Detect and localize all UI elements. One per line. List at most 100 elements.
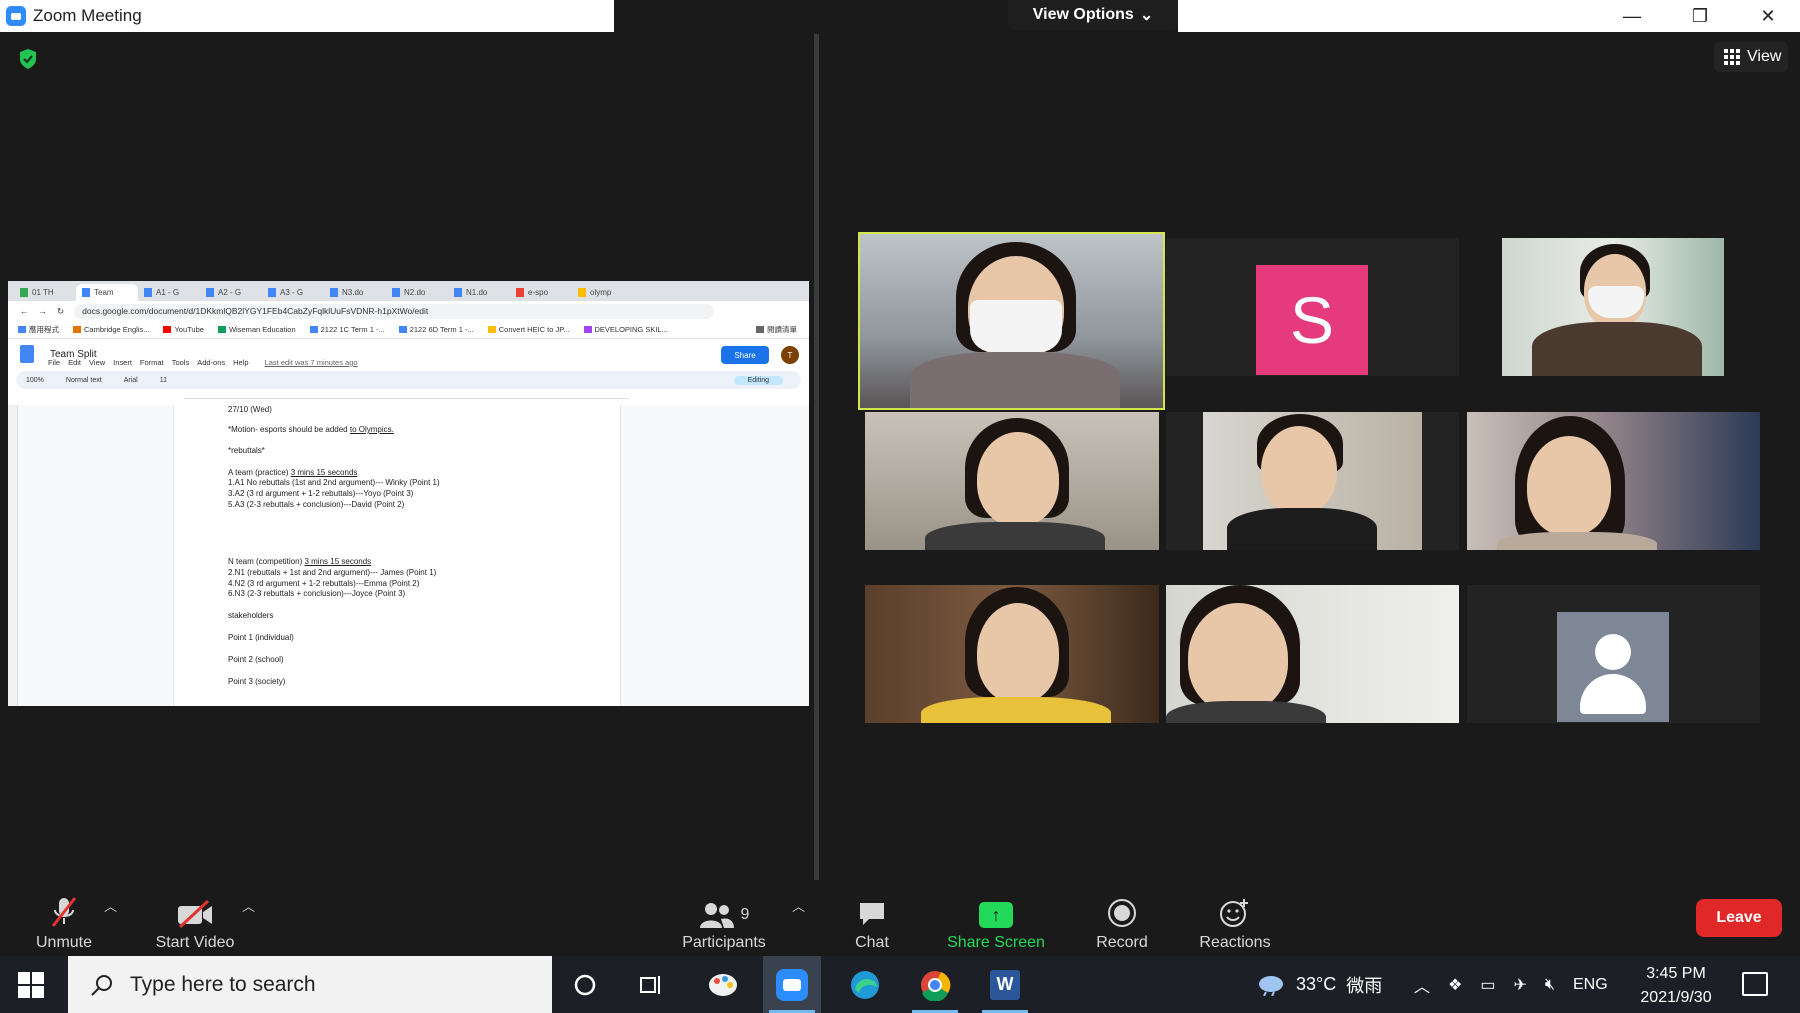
bookmark[interactable]: Convert HEIC to JP... <box>487 325 570 334</box>
video-tile[interactable] <box>1166 585 1459 723</box>
menu-help[interactable]: Help <box>233 358 248 367</box>
document-page[interactable]: 27/10 (Wed) *Motion- esports should be a… <box>173 405 621 706</box>
participant-video <box>1166 585 1459 723</box>
chrome-app-icon[interactable] <box>906 956 964 1013</box>
video-tile[interactable] <box>1467 585 1760 723</box>
browser-tab[interactable]: N2.do <box>386 284 448 301</box>
language-indicator[interactable]: ENG <box>1573 976 1608 994</box>
start-video-button[interactable]: Start Video <box>150 886 240 952</box>
reactions-button[interactable]: Reactions <box>1194 886 1276 952</box>
zoom-app-icon[interactable] <box>763 956 821 1013</box>
weather-widget[interactable]: 33°C 微雨 <box>1256 956 1382 1013</box>
edge-app-icon[interactable] <box>836 956 894 1013</box>
font-select[interactable]: Arial <box>124 377 138 384</box>
tray-expand-icon[interactable]: ︿ <box>1414 973 1430 997</box>
video-tile[interactable] <box>1467 412 1760 550</box>
chat-icon <box>860 903 884 925</box>
account-avatar[interactable]: T <box>781 346 799 364</box>
close-icon[interactable]: ✕ <box>1740 0 1796 32</box>
airplane-mode-icon[interactable]: ✈ <box>1513 975 1526 995</box>
back-icon[interactable]: ← <box>20 306 29 316</box>
reading-list[interactable]: 閱讀清單 <box>756 324 797 335</box>
browser-tab[interactable]: A3 - G <box>262 284 324 301</box>
video-options-caret-icon[interactable]: ︿ <box>242 896 255 915</box>
chat-button[interactable]: Chat <box>850 886 894 952</box>
cortana-icon[interactable] <box>556 956 614 1013</box>
menu-file[interactable]: File <box>48 358 60 367</box>
bookmark[interactable]: 應用程式 <box>18 324 59 335</box>
video-tile[interactable] <box>865 585 1159 723</box>
menu-view[interactable]: View <box>89 358 105 367</box>
video-tile[interactable] <box>865 412 1159 550</box>
browser-tab-active[interactable]: Team <box>76 284 138 301</box>
video-tile[interactable] <box>1502 238 1724 376</box>
video-tile[interactable]: S <box>1166 238 1459 376</box>
share-screen-icon: ↑ <box>979 902 1013 928</box>
taskbar-clock[interactable]: 3:45 PM 2021/9/30 <box>1628 962 1724 1010</box>
reactions-label: Reactions <box>1199 934 1271 951</box>
reload-icon[interactable]: ↻ <box>57 306 64 317</box>
doc-line: 2.N1 (rebuttals + 1st and 2nd argument)-… <box>228 568 437 577</box>
bookmark[interactable]: YouTube <box>163 325 204 334</box>
audio-options-caret-icon[interactable]: ︿ <box>104 896 117 915</box>
view-options-button[interactable]: View Options ⌄ <box>1008 0 1178 30</box>
browser-tab[interactable]: A2 - G <box>200 284 262 301</box>
zoom-logo-icon <box>6 6 26 26</box>
docs-share-button[interactable]: Share <box>721 346 769 364</box>
address-bar[interactable]: docs.google.com/document/d/1DKkmlQB2lYGY… <box>74 303 715 319</box>
leave-button[interactable]: Leave <box>1696 899 1782 937</box>
editing-mode-select[interactable]: Editing <box>733 375 783 385</box>
task-view-icon[interactable] <box>622 956 680 1013</box>
video-tile[interactable] <box>1166 412 1459 550</box>
menu-insert[interactable]: Insert <box>113 358 132 367</box>
menu-addons[interactable]: Add-ons <box>197 358 225 367</box>
share-screen-button[interactable]: ↑ Share Screen <box>944 886 1048 952</box>
panel-splitter[interactable] <box>814 34 819 880</box>
word-app-icon[interactable]: W <box>976 956 1034 1013</box>
browser-tab[interactable]: 01 TH <box>14 284 76 301</box>
chat-label: Chat <box>855 934 889 951</box>
unmute-button[interactable]: Unmute <box>30 886 98 952</box>
participant-video <box>1203 412 1422 550</box>
taskbar-search-input[interactable]: Type here to search <box>68 956 552 1013</box>
start-video-label: Start Video <box>155 934 235 951</box>
browser-tab[interactable]: A1 - G <box>138 284 200 301</box>
bookmark[interactable]: 2122 6D Term 1 -... <box>398 325 474 334</box>
windows-start-icon[interactable] <box>18 972 44 998</box>
title-bar-right: — ❐ ✕ <box>1178 0 1800 32</box>
menu-edit[interactable]: Edit <box>68 358 81 367</box>
bookmark[interactable]: DEVELOPING SKIL... <box>583 325 668 334</box>
docs-menu-bar: File Edit View Insert Format Tools Add-o… <box>48 358 358 367</box>
video-tile-active-speaker[interactable] <box>858 232 1165 410</box>
minimize-icon[interactable]: — <box>1604 0 1660 32</box>
zoom-select[interactable]: 100% <box>26 377 44 384</box>
paint-app-icon[interactable] <box>694 956 752 1013</box>
browser-tab[interactable]: e-spo <box>510 284 572 301</box>
browser-tab[interactable]: olymp <box>572 284 634 301</box>
notification-center-icon[interactable] <box>1742 972 1768 996</box>
doc-line: *rebuttals* <box>228 446 265 455</box>
record-button[interactable]: Record <box>1092 886 1152 952</box>
bookmark[interactable]: Wiseman Education <box>217 325 296 334</box>
forward-icon[interactable]: → <box>39 306 48 316</box>
style-select[interactable]: Normal text <box>66 377 102 384</box>
browser-tab[interactable]: N3.do <box>324 284 386 301</box>
view-layout-button[interactable]: View <box>1714 42 1788 72</box>
encryption-shield-icon[interactable] <box>18 48 38 70</box>
menu-format[interactable]: Format <box>140 358 164 367</box>
window-title: Zoom Meeting <box>33 6 142 25</box>
font-size-field[interactable]: 11 <box>160 377 167 384</box>
browser-tab[interactable]: N1.do <box>448 284 510 301</box>
participant-video <box>1467 412 1760 550</box>
restore-icon[interactable]: ❐ <box>1672 0 1728 32</box>
participants-caret-icon[interactable]: ︿ <box>792 896 805 915</box>
dropbox-icon[interactable]: ❖ <box>1448 975 1462 995</box>
menu-tools[interactable]: Tools <box>172 358 190 367</box>
last-edit-link[interactable]: Last edit was 7 minutes ago <box>265 358 358 367</box>
participants-button[interactable]: 9 Participants <box>676 886 772 952</box>
volume-muted-icon[interactable]: 🔇︎ <box>1545 976 1555 994</box>
battery-icon[interactable]: ▭ <box>1480 975 1495 995</box>
bookmark[interactable]: Cambridge Englis... <box>73 325 149 334</box>
weather-temp: 33°C <box>1296 974 1337 994</box>
bookmark[interactable]: 2122 1C Term 1 -... <box>309 325 385 334</box>
